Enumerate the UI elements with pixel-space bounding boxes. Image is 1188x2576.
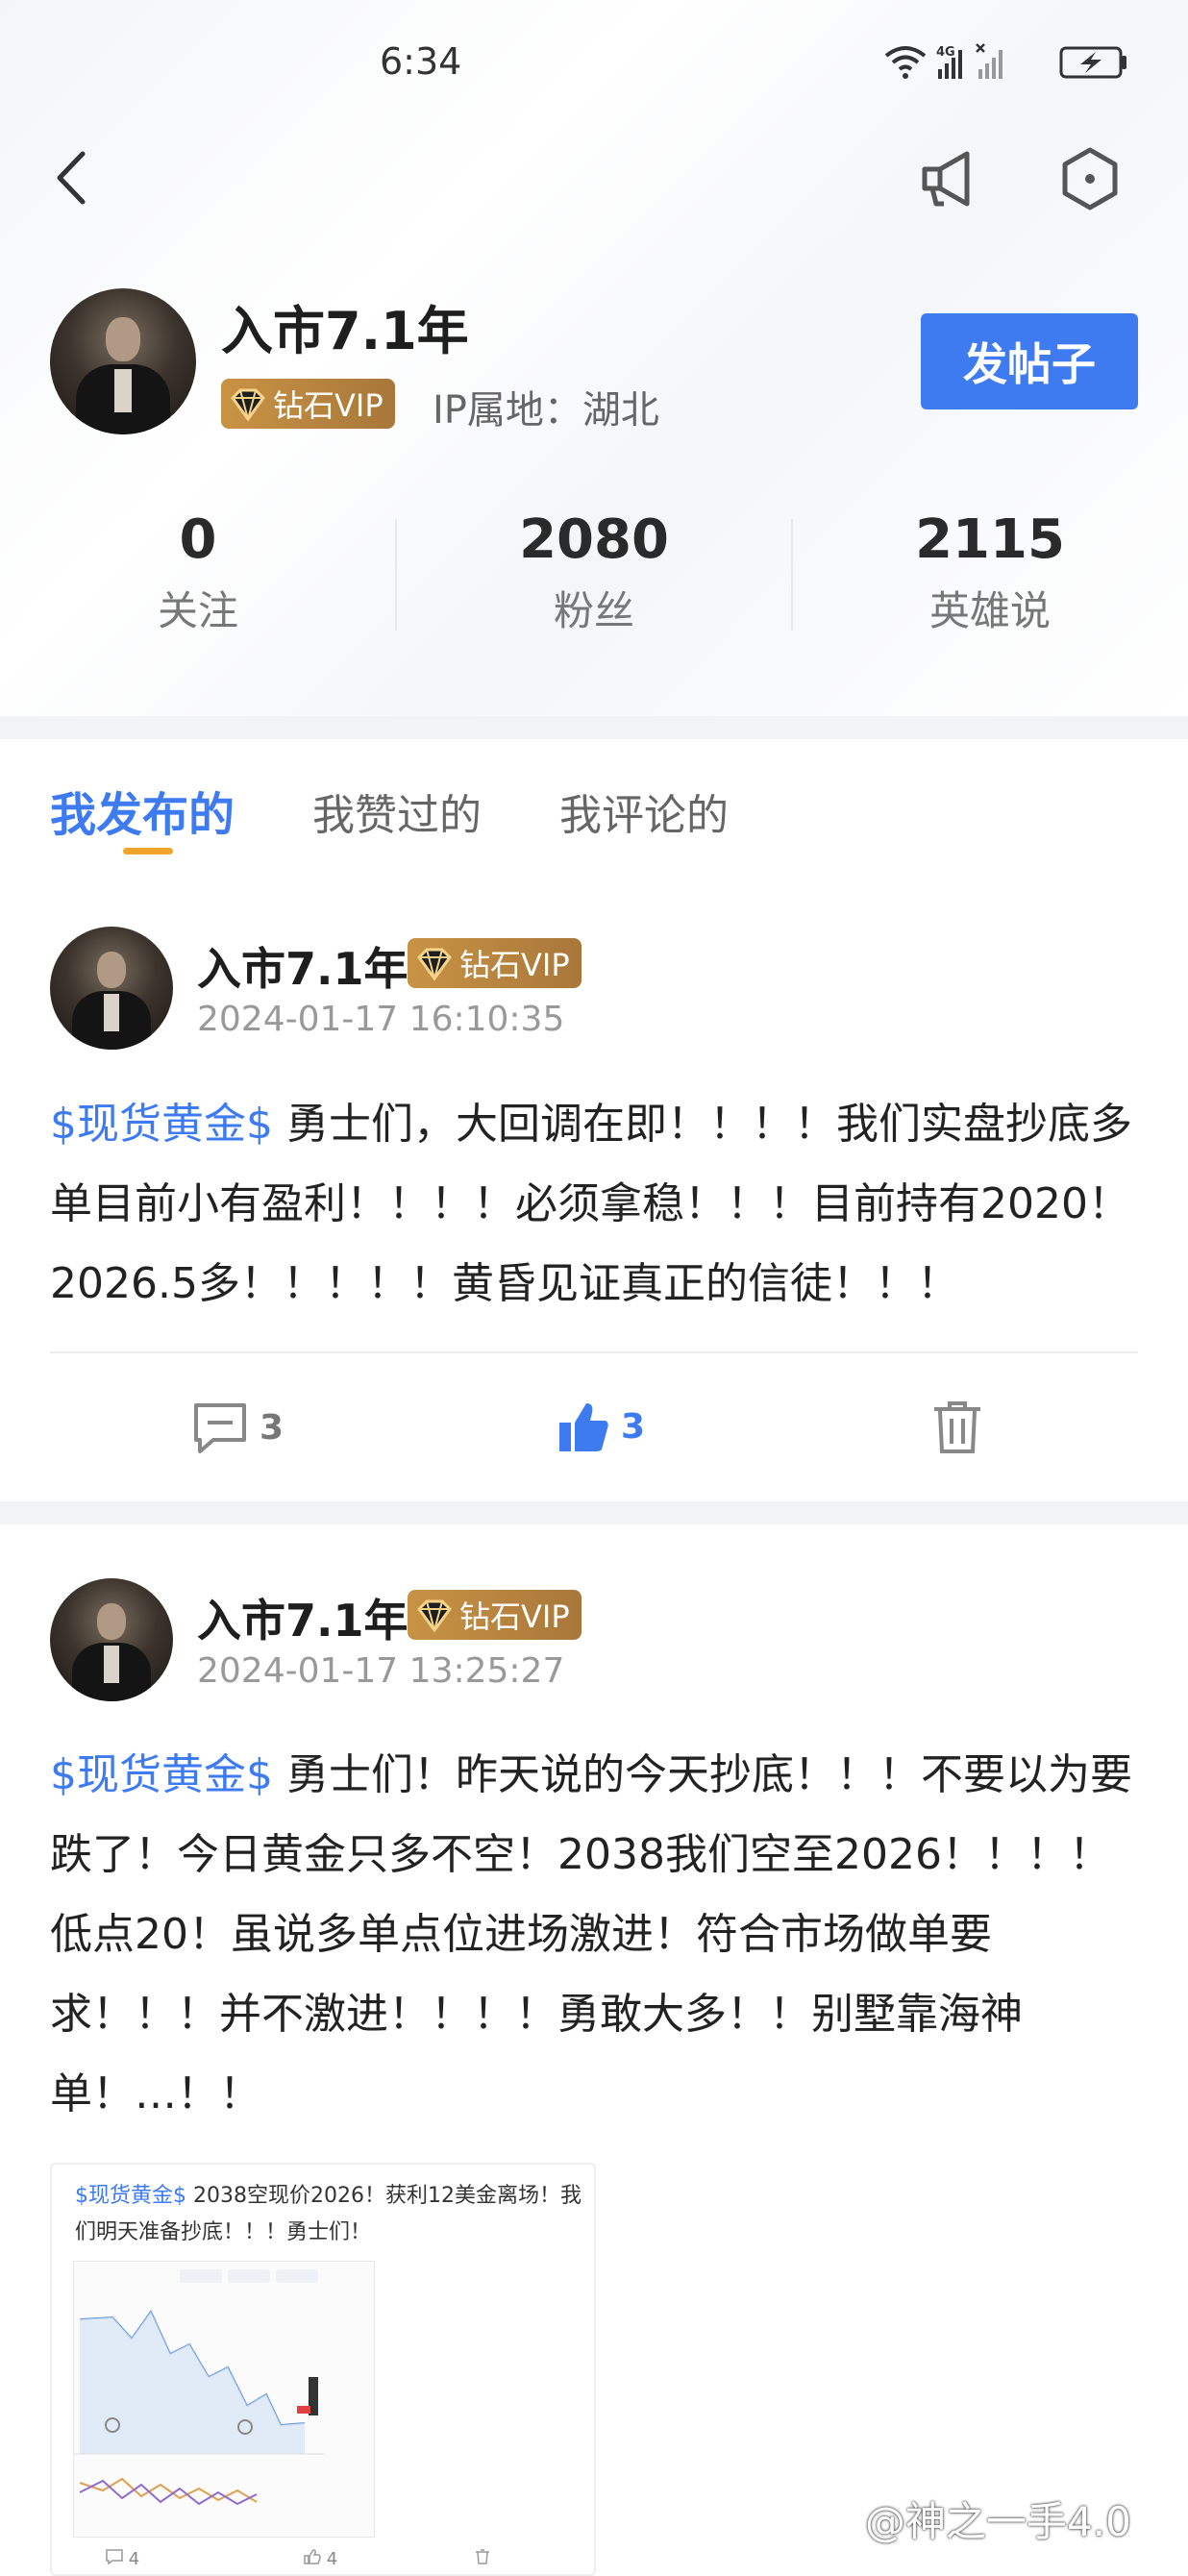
network-type-label: 4G [936,45,955,60]
post-author-name: 入市7.1年 [197,1595,408,1647]
stat-followers[interactable]: 2080 粉丝 [396,509,792,637]
comment-button[interactable]: 3 [192,1401,284,1453]
megaphone-icon[interactable] [915,144,984,213]
diamond-icon [231,388,265,422]
vip-badge: 钻石VIP [221,379,395,429]
stock-tag-link[interactable]: $现货黄金$ [50,1100,273,1149]
status-icons: 4G [884,43,1126,79]
status-bar: 6:34 4G [0,0,1188,135]
embedded-comment: 4 [106,2549,139,2569]
ip-location: IP属地：湖北 [433,388,659,433]
post-content[interactable]: $现货黄金$ 勇士们！昨天说的今天抄底！！！不要以为要跌了！今日黄金只多不空！2… [50,1735,1138,2134]
like-count: 3 [621,1406,646,1447]
stock-tag-link[interactable]: $现货黄金$ [50,1750,273,1799]
stat-posts-label: 英雄说 [928,587,1051,634]
battery-icon [1059,46,1126,79]
vip-label: 钻石VIP [459,947,570,983]
thumbs-up-icon [304,2549,321,2564]
trash-icon [476,2549,489,2564]
section-gap [0,1501,1188,1524]
post-divider [50,1351,1138,1353]
embedded-like-count: 4 [326,2549,338,2569]
tab-my-posts[interactable]: 我发布的 [50,777,235,844]
stat-following-value: 0 [179,508,217,571]
watermark: @神之一手4.0 [865,2498,1131,2545]
stat-followers-value: 2080 [519,508,669,571]
post-timestamp: 2024-01-17 13:25:27 [197,1651,565,1691]
embedded-post-image[interactable]: $现货黄金$ 2038空现价2026！获利12美金离场！我们明天准备抄底！！！勇… [50,2163,596,2576]
wifi-icon [884,46,927,79]
comment-count: 3 [260,1407,285,1448]
tab-commented[interactable]: 我评论的 [559,780,729,842]
create-post-button[interactable]: 发帖子 [921,313,1138,409]
stat-posts-value: 2115 [915,508,1065,571]
thumbs-up-icon [559,1403,608,1451]
profile-name: 入市7.1年 [221,301,469,361]
vip-label: 钻石VIP [273,387,384,424]
vip-label: 钻石VIP [459,1598,570,1635]
like-button[interactable]: 3 [556,1399,645,1453]
stat-following-label: 关注 [157,587,238,634]
embedded-post-text: $现货黄金$ 2038空现价2026！获利12美金离场！我们明天准备抄底！！！勇… [75,2178,584,2251]
post-author-avatar[interactable] [50,927,173,1050]
status-time: 6:34 [380,40,462,83]
diamond-icon [417,1599,452,1633]
profile-avatar[interactable] [50,288,196,434]
embedded-like: 4 [304,2549,337,2569]
diamond-icon [417,948,452,981]
settings-hexagon-icon[interactable] [1055,144,1125,213]
post-author-avatar[interactable] [50,1578,173,1701]
vip-badge: 钻石VIP [408,1590,582,1640]
post-text: 勇士们！昨天说的今天抄底！！！不要以为要跌了！今日黄金只多不空！2038我们空至… [50,1750,1132,2118]
embedded-comment-count: 4 [128,2549,140,2569]
stat-posts[interactable]: 2115 英雄说 [792,509,1188,637]
tab-active-indicator [123,848,173,855]
post-content[interactable]: $现货黄金$ 勇士们，大回调在即！！！！我们实盘抄底多单目前小有盈利！！！！必须… [50,1084,1138,1324]
section-gap [0,716,1188,739]
stat-followers-label: 粉丝 [553,587,634,634]
vip-badge: 钻石VIP [408,938,582,988]
signal-icon-secondary [976,43,1002,79]
stat-following[interactable]: 0 关注 [0,509,396,637]
post-timestamp: 2024-01-17 16:10:35 [197,1000,565,1039]
embedded-stock-tag: $现货黄金$ [75,2184,186,2208]
post-author-name: 入市7.1年 [197,943,408,995]
embedded-price-chart-image [73,2261,375,2538]
back-arrow-icon[interactable] [50,144,108,211]
comment-icon [106,2549,123,2565]
trash-icon[interactable] [930,1399,984,1455]
comment-icon [194,1403,246,1453]
tab-liked[interactable]: 我赞过的 [312,780,482,842]
